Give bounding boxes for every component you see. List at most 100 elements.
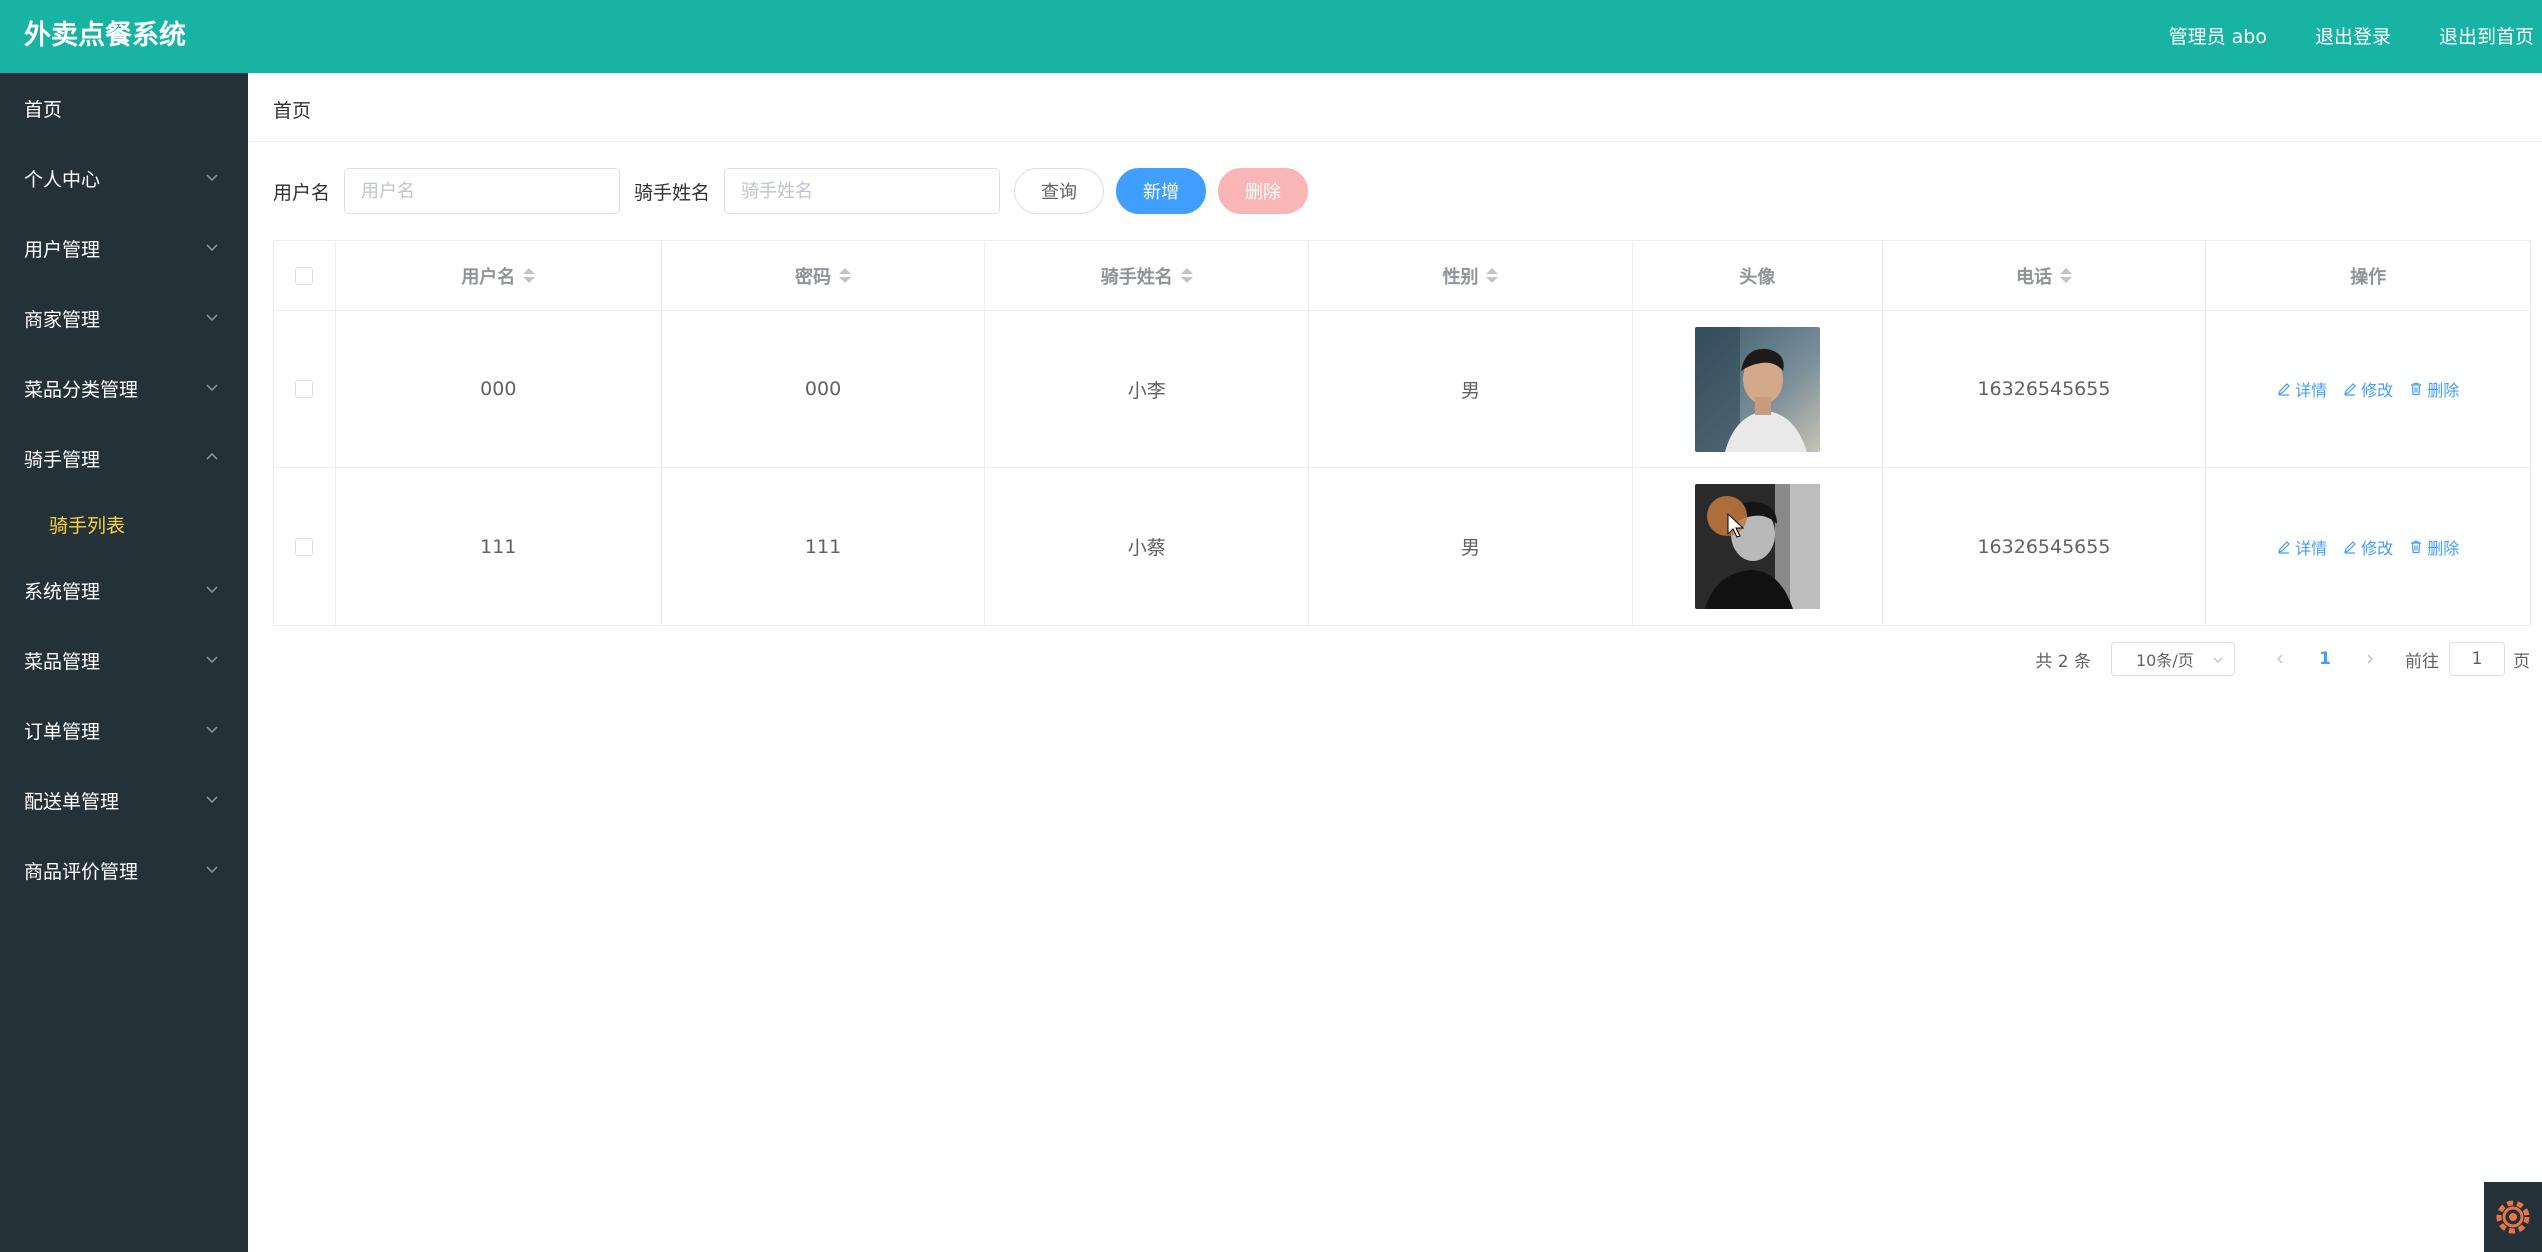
goto-label: 前往 xyxy=(2405,651,2439,672)
table-header: 用户名 密码 骑手姓名 性别 头像 电话 操作 xyxy=(274,241,2530,311)
chevron-up-icon xyxy=(206,452,218,460)
batch-delete-button[interactable]: 删除 xyxy=(1218,168,1309,214)
column-header: 操作 xyxy=(2350,266,2387,288)
detail-button[interactable]: 详情 xyxy=(2277,535,2327,559)
username-cell: 000 xyxy=(336,311,662,467)
back-home-link[interactable]: 退出到首页 xyxy=(2439,22,2534,49)
sort-icon[interactable] xyxy=(523,268,536,283)
phone-cell: 16326545655 xyxy=(1883,468,2207,625)
sidebar-item-merchant-management[interactable]: 商家管理 xyxy=(0,283,248,353)
sidebar-item-dish-category-management[interactable]: 菜品分类管理 xyxy=(0,353,248,423)
col-username[interactable]: 用户名 xyxy=(336,241,662,310)
col-avatar: 头像 xyxy=(1633,241,1883,310)
edit-icon xyxy=(2278,383,2291,396)
username-input[interactable] xyxy=(344,168,621,214)
edit-icon xyxy=(2344,383,2357,396)
sidebar-item-review-management[interactable]: 商品评价管理 xyxy=(0,835,248,905)
sidebar-item-dish-management[interactable]: 菜品管理 xyxy=(0,625,248,695)
sidebar-item-user-management[interactable]: 用户管理 xyxy=(0,213,248,283)
goto-page-input[interactable] xyxy=(2449,642,2505,676)
chevron-down-icon xyxy=(206,384,218,392)
trash-icon xyxy=(2411,540,2422,553)
add-button[interactable]: 新增 xyxy=(1116,168,1207,214)
chevron-left-icon xyxy=(2277,654,2283,664)
next-page-button[interactable] xyxy=(2355,642,2385,676)
main-content: 首页 用户名 骑手姓名 查询 新增 删除 用户名 密码 骑手姓名 性别 头像 电… xyxy=(248,73,2542,1252)
breadcrumb[interactable]: 首页 xyxy=(273,96,311,123)
rider-name-cell: 小李 xyxy=(985,311,1310,467)
actions-cell: 详情 修改 删除 xyxy=(2206,468,2530,625)
sidebar-item-label: 首页 xyxy=(24,98,63,121)
chevron-down-icon xyxy=(2213,657,2223,663)
actions-cell: 详情 修改 删除 xyxy=(2206,311,2530,467)
breadcrumb-divider xyxy=(248,141,2542,142)
select-all-checkbox[interactable] xyxy=(295,266,314,285)
avatar[interactable] xyxy=(1694,484,1820,609)
sidebar-subitem-rider-list[interactable]: 骑手列表 xyxy=(0,493,248,555)
sidebar-item-label: 骑手管理 xyxy=(24,448,101,471)
settings-float-button[interactable] xyxy=(2484,1182,2542,1252)
page-size-value: 10条/页 xyxy=(2136,651,2194,670)
sort-icon[interactable] xyxy=(1486,268,1499,283)
col-actions: 操作 xyxy=(2206,241,2530,310)
edit-button[interactable]: 修改 xyxy=(2343,377,2393,401)
search-bar: 用户名 骑手姓名 查询 新增 删除 xyxy=(273,168,1320,214)
col-gender[interactable]: 性别 xyxy=(1309,241,1633,310)
sort-icon[interactable] xyxy=(839,268,852,283)
pagination: 共 2 条 10条/页 1 前往 页 xyxy=(2035,641,2530,677)
prev-page-button[interactable] xyxy=(2265,642,2295,676)
delete-button[interactable]: 删除 xyxy=(2409,377,2459,401)
chevron-down-icon xyxy=(206,314,218,322)
row-checkbox[interactable] xyxy=(295,537,314,556)
sidebar-item-label: 配送单管理 xyxy=(24,790,120,813)
chevron-down-icon xyxy=(206,174,218,182)
chevron-down-icon xyxy=(206,244,218,252)
password-cell: 000 xyxy=(662,311,986,467)
sidebar-item-label: 用户管理 xyxy=(24,238,101,261)
row-select-cell xyxy=(274,468,336,625)
edit-icon xyxy=(2278,540,2291,554)
sidebar-item-rider-management[interactable]: 骑手管理 xyxy=(0,423,248,493)
username-label: 用户名 xyxy=(273,181,331,204)
trash-icon xyxy=(2411,382,2422,396)
logout-link[interactable]: 退出登录 xyxy=(2315,22,2391,49)
pagination-total: 共 2 条 xyxy=(2035,651,2091,672)
row-checkbox[interactable] xyxy=(295,380,314,398)
admin-user-label: 管理员 abo xyxy=(2168,25,2267,48)
detail-button[interactable]: 详情 xyxy=(2277,377,2327,401)
sort-icon[interactable] xyxy=(1180,268,1193,283)
sidebar-item-system-management[interactable]: 系统管理 xyxy=(0,555,248,625)
sort-icon[interactable] xyxy=(2059,268,2072,283)
rider-name-input[interactable] xyxy=(724,168,1001,214)
app-title: 外卖点餐系统 xyxy=(24,20,186,51)
sidebar-item-label: 商家管理 xyxy=(24,308,101,331)
page-size-select[interactable]: 10条/页 xyxy=(2111,642,2235,676)
sidebar-item-home[interactable]: 首页 xyxy=(0,73,248,143)
row-select-cell xyxy=(274,311,336,467)
table-row: 000 000 小李 男 16326545655 详情 修改 删除 xyxy=(274,311,2530,468)
col-password[interactable]: 密码 xyxy=(662,241,986,310)
column-header: 性别 xyxy=(1442,266,1479,288)
avatar-cell xyxy=(1633,311,1883,467)
avatar[interactable] xyxy=(1694,326,1820,452)
page-number-current[interactable]: 1 xyxy=(2305,642,2345,676)
col-phone[interactable]: 电话 xyxy=(1883,241,2207,310)
table-row: 111 111 小蔡 男 16326545655 详情 修改 删除 xyxy=(274,468,2530,625)
chevron-right-icon xyxy=(2367,654,2373,664)
sidebar-item-delivery-management[interactable]: 配送单管理 xyxy=(0,765,248,835)
chevron-down-icon xyxy=(206,726,218,734)
rider-name-label: 骑手姓名 xyxy=(634,181,711,204)
top-header: 外卖点餐系统 管理员 abo 退出登录 退出到首页 xyxy=(0,0,2542,73)
chevron-down-icon xyxy=(206,796,218,804)
rider-name-cell: 小蔡 xyxy=(985,468,1310,625)
password-cell: 111 xyxy=(662,468,986,625)
sidebar-item-label: 个人中心 xyxy=(24,168,101,191)
sidebar-item-personal-center[interactable]: 个人中心 xyxy=(0,143,248,213)
delete-button[interactable]: 删除 xyxy=(2409,535,2459,559)
sidebar-menu: 首页 个人中心 用户管理 商家管理 菜品分类管理 骑手管理 骑手列表 系统管理 … xyxy=(0,73,248,1252)
edit-icon xyxy=(2344,540,2357,554)
sidebar-item-order-management[interactable]: 订单管理 xyxy=(0,695,248,765)
col-rider-name[interactable]: 骑手姓名 xyxy=(985,241,1310,310)
edit-button[interactable]: 修改 xyxy=(2343,535,2393,559)
query-button[interactable]: 查询 xyxy=(1014,168,1105,214)
